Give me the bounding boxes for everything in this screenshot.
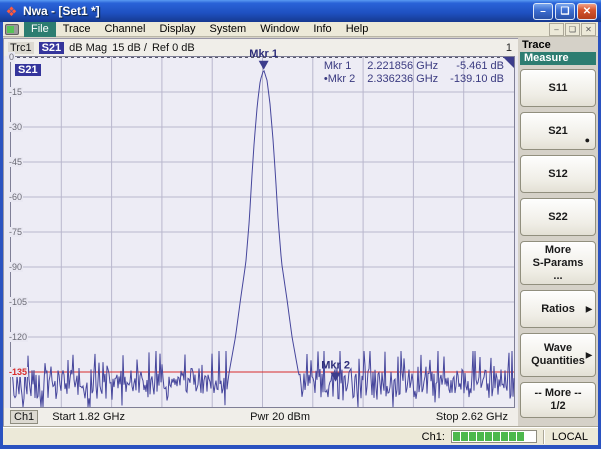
power-label: Pwr 20 dBm [204,411,356,423]
submenu-arrow-icon: ▶ [586,303,592,316]
status-channel-label: Ch1: [422,431,445,443]
start-frequency-label: Start 1.82 GHz [52,411,204,423]
y-tick-label: -120 [8,332,28,342]
marker-2-label: Mkr 2 [321,360,350,372]
menu-items: FileTraceChannelDisplaySystemWindowInfoH… [24,22,375,37]
y-tick-label: -90 [8,262,23,272]
trace-format-label[interactable]: dB Mag [69,42,107,54]
trace-parameter-chip[interactable]: S21 [39,42,65,54]
y-tick-label: -135 [8,367,28,377]
trace-badge: S21 [15,64,41,76]
window-title: Nwa - [Set1 *] [23,4,100,18]
minimize-icon[interactable]: – [533,3,553,20]
status-bar: Ch1: LOCAL [3,427,598,445]
selected-dot-icon: ● [585,134,590,147]
marker-readout-mval: -139.10 dB [450,73,504,86]
y-tick-label: -30 [8,122,23,132]
close-icon[interactable]: ✕ [577,3,597,20]
softkey-header: Measure [520,52,596,65]
y-tick-label: -15 [8,87,23,97]
submenu-arrow-icon: ▶ [586,349,592,362]
statusbar-divider [543,430,544,444]
mdi-restore-icon[interactable]: ❏ [565,23,580,36]
menu-item-window[interactable]: Window [253,22,306,37]
menu-item-trace[interactable]: Trace [56,22,98,37]
stop-frequency-label: Stop 2.62 GHz [356,411,512,423]
menu-item-system[interactable]: System [203,22,254,37]
title-bar: ❖ Nwa - [Set1 *] – ❏ ✕ [0,0,601,22]
mdi-minimize-icon[interactable]: – [549,23,564,36]
y-tick-label: -105 [8,297,28,307]
marker-readout: Mkr 1 2.221856 GHz -5.461 dB •Mkr 2 2.336236… [324,60,504,86]
y-tick-label: 0 [8,52,15,62]
softkey-s22[interactable]: S22 [520,198,596,236]
y-tick-label: -45 [8,157,23,167]
marker-1-label: Mkr 1 [249,48,278,60]
menu-item-display[interactable]: Display [152,22,202,37]
mdi-close-icon[interactable]: ✕ [581,23,596,36]
marker-1-triangle[interactable] [259,61,269,70]
menu-item-file[interactable]: File [24,22,56,37]
app-icon: ❖ [4,4,19,19]
menu-bar: FileTraceChannelDisplaySystemWindowInfoH… [3,22,598,37]
marker-readout-mfreq: 2.336236 GHz [367,73,438,86]
local-mode-label: LOCAL [550,431,594,443]
softkey-s12[interactable]: S12 [520,155,596,193]
softkey-wave[interactable]: Wave Quantities▶ [520,333,596,377]
softkey-s21[interactable]: S21● [520,112,596,150]
diagram-area: Trc1 S21 dB Mag 15 dB / Ref 0 dB 1 S21 M… [3,38,518,427]
window-number-label: 1 [506,42,514,54]
marker-readout-mfreq: 2.221856 GHz [367,60,438,73]
trace-ref-label[interactable]: Ref 0 dB [152,42,195,54]
sweep-progress-bar [451,430,537,443]
marker-readout-mname: •Mkr 2 [324,73,355,86]
channel-bar: Ch1 Start 1.82 GHz Pwr 20 dBm Stop 2.62 … [4,408,518,426]
marker-readout-mname: Mkr 1 [324,60,355,73]
softkey-s11[interactable]: S11 [520,69,596,107]
softkey-more[interactable]: More S-Params ... [520,241,596,285]
trace-scale-label[interactable]: 15 dB / [112,42,147,54]
work-area: Trc1 S21 dB Mag 15 dB / Ref 0 dB 1 S21 M… [3,38,598,427]
active-area-corner-icon [503,57,514,68]
analyzer-window: ❖ Nwa - [Set1 *] – ❏ ✕ FileTraceChannelD… [0,0,601,449]
softkey-panel: Trace Measure S11 S21● S12 S22 More S-Params… [518,38,598,427]
y-tick-label: -75 [8,227,23,237]
y-tick-label: -60 [8,192,23,202]
channel-chip[interactable]: Ch1 [10,410,38,424]
chart-canvas: Mkr 1 Mkr 2 [11,57,514,407]
marker-readout-mval: -5.461 dB [450,60,504,73]
softkey-ratios[interactable]: Ratios▶ [520,290,596,328]
plot-area: S21 Mkr 1 2.221856 GHz -5.461 dB •Mkr 2 2.33… [10,56,515,408]
softkey-more[interactable]: -- More -- 1/2 [520,382,596,418]
menu-item-channel[interactable]: Channel [97,22,152,37]
restore-icon[interactable]: ❏ [555,3,575,20]
menu-item-help[interactable]: Help [339,22,376,37]
softkey-group-label: Trace [520,39,596,52]
instrument-icon [5,24,19,35]
menu-item-info[interactable]: Info [306,22,338,37]
